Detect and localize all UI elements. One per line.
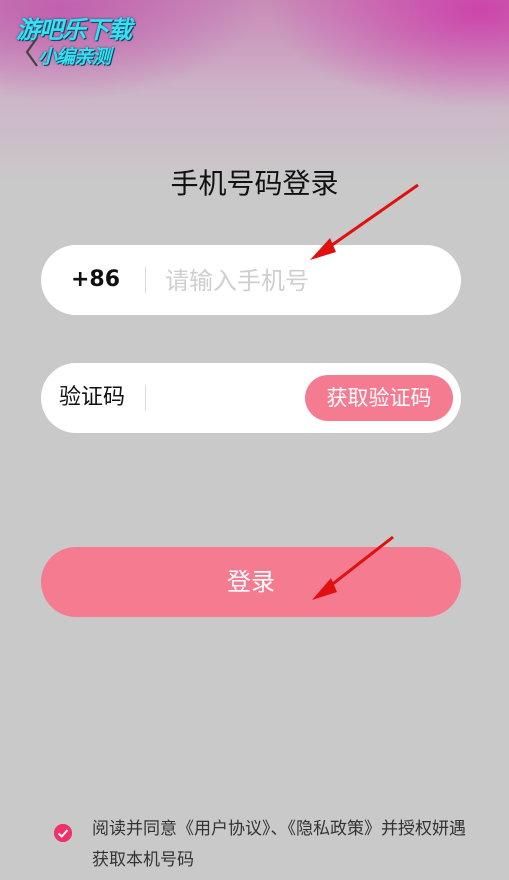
back-chevron-icon[interactable] bbox=[21, 32, 43, 72]
field-divider bbox=[145, 267, 146, 293]
agreement-text[interactable]: 阅读并同意《用户协议》、《隐私政策》并授权妍遇获取本机号码 bbox=[92, 814, 472, 876]
verification-code-input[interactable] bbox=[157, 377, 301, 421]
page-title: 手机号码登录 bbox=[170, 167, 339, 200]
annotation-arrow-phone bbox=[310, 183, 419, 260]
agreement-checkbox-checkmark-icon[interactable] bbox=[54, 824, 72, 842]
field-divider bbox=[145, 385, 146, 411]
country-code[interactable]: +86 bbox=[71, 245, 120, 315]
code-label: 验证码 bbox=[59, 385, 126, 410]
get-code-button[interactable]: 获取验证码 bbox=[305, 375, 453, 421]
watermark-line-2: 小编亲测 bbox=[38, 46, 111, 68]
annotation-arrow-login bbox=[312, 535, 394, 600]
code-field-container: 验证码 获取验证码 bbox=[41, 363, 461, 433]
